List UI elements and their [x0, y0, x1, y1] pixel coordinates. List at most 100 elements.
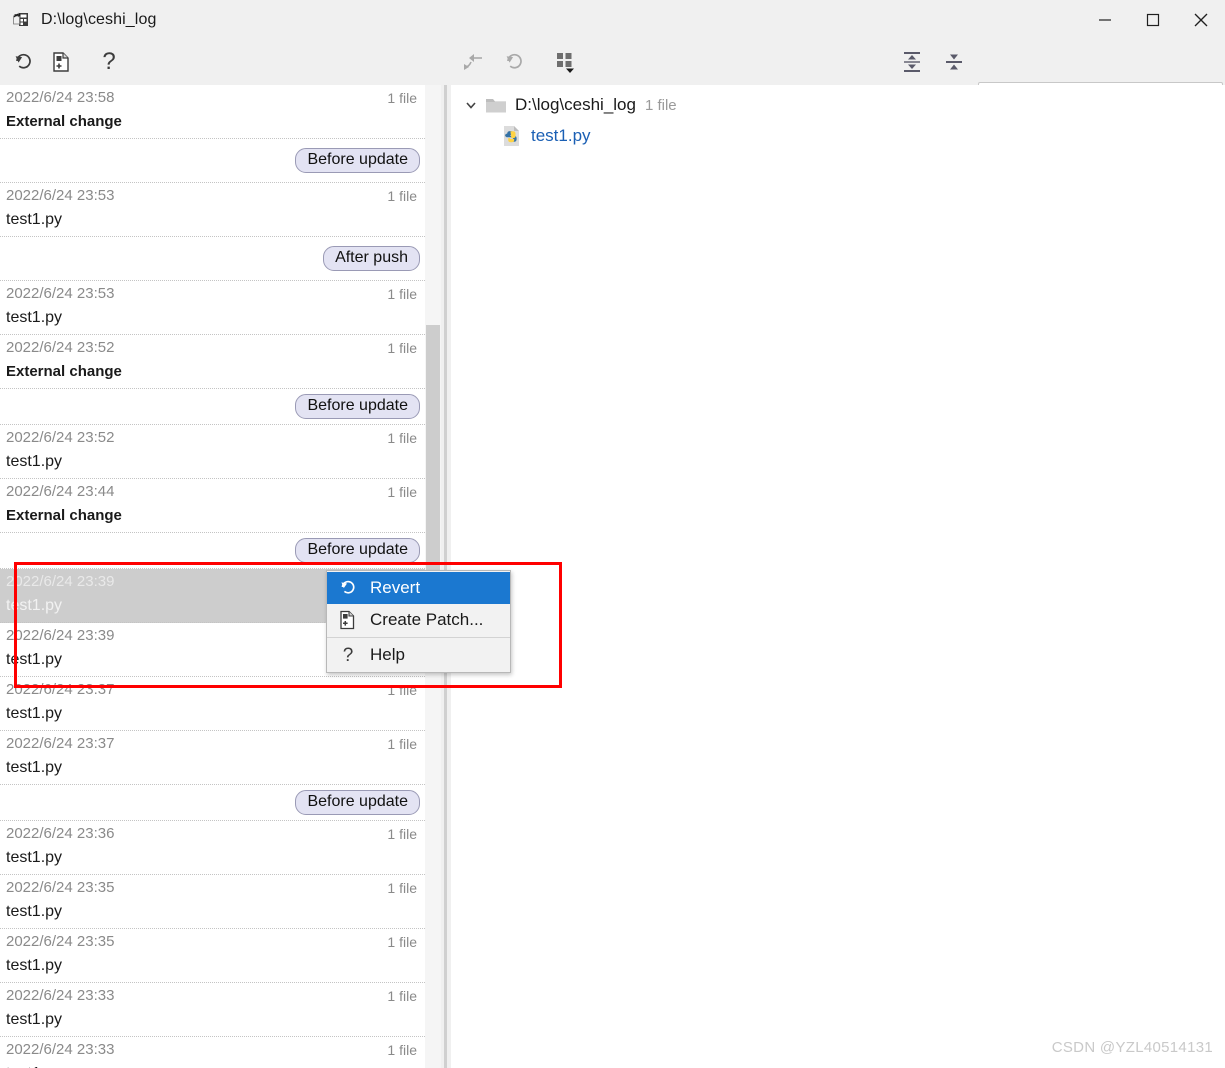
history-entry-message: test1.py: [6, 453, 63, 470]
jump-to-source-button[interactable]: [458, 47, 490, 77]
history-entry-row[interactable]: 2022/6/24 23:36 1 file test1.py: [0, 821, 425, 875]
history-entry-message: test1.py: [6, 211, 63, 228]
help-icon: ?: [342, 644, 354, 666]
history-entry-timestamp: 2022/6/24 23:39: [6, 627, 115, 644]
history-entry-message: External change: [6, 113, 122, 130]
context-menu-item-label: Help: [370, 645, 405, 664]
context-menu-item-revert[interactable]: Revert: [327, 572, 510, 604]
tree-child-row[interactable]: test1.py: [501, 121, 591, 151]
context-menu[interactable]: Revert Create Patch...? Help: [326, 570, 511, 673]
history-entry-row[interactable]: 2022/6/24 23:37 1 file test1.py: [0, 731, 425, 785]
watermark: CSDN @YZL40514131: [1051, 1039, 1213, 1056]
history-tag-row[interactable]: After push: [0, 237, 425, 281]
tag-container: Before update: [0, 389, 425, 424]
history-entry-message: test1.py: [0, 1062, 425, 1068]
history-entry-header: 2022/6/24 23:33 1 file: [0, 983, 425, 1008]
history-entry-timestamp: 2022/6/24 23:52: [6, 339, 115, 356]
history-entry-timestamp: 2022/6/24 23:39: [6, 573, 115, 590]
history-label-tag[interactable]: After push: [323, 246, 420, 271]
history-entry-row[interactable]: 2022/6/24 23:33 1 file test1.py: [0, 983, 425, 1037]
history-entry-message: test1.py: [6, 309, 63, 326]
history-entry-file-count: 1 file: [387, 187, 417, 204]
history-entry-row[interactable]: 2022/6/24 23:53 1 file test1.py: [0, 183, 425, 237]
group-by-button[interactable]: [550, 47, 582, 77]
history-entry-header: 2022/6/24 23:35 1 file: [0, 929, 425, 954]
history-entry-row[interactable]: 2022/6/24 23:52 1 file External change: [0, 335, 425, 389]
tree-root-row[interactable]: D:\log\ceshi_log 1 file: [461, 90, 677, 120]
collapse-all-button[interactable]: [938, 47, 970, 77]
history-tag-row[interactable]: Before update: [0, 533, 425, 569]
history-entry-timestamp: 2022/6/24 23:35: [6, 933, 115, 950]
history-entry-file-count: 1 file: [387, 735, 417, 752]
history-entry-message: External change: [6, 507, 122, 524]
minimize-button[interactable]: [1081, 0, 1129, 39]
history-entry-file-count: 1 file: [387, 429, 417, 446]
close-button[interactable]: [1177, 0, 1225, 39]
history-entry-message: test1.py: [6, 903, 63, 920]
history-tag-row[interactable]: Before update: [0, 139, 425, 183]
tree-root-label: D:\log\ceshi_log: [515, 95, 636, 114]
python-file-icon: [501, 125, 523, 147]
create-patch-button[interactable]: [46, 47, 76, 77]
history-entry-file-count: 1 file: [387, 285, 417, 302]
history-entry-timestamp: 2022/6/24 23:52: [6, 429, 115, 446]
window-title: D:\log\ceshi_log: [41, 10, 157, 28]
revert-right-button[interactable]: [498, 47, 530, 77]
history-entry-message: test1.py: [6, 957, 63, 974]
history-entry-file-count: 1 file: [387, 879, 417, 896]
history-entry-header: 2022/6/24 23:53 1 file: [0, 183, 425, 208]
toolbar: ?: [0, 39, 1225, 118]
history-entry-row[interactable]: 2022/6/24 23:52 1 file test1.py: [0, 425, 425, 479]
context-menu-separator: [327, 637, 510, 638]
history-entry-header: 2022/6/24 23:33 1 file: [0, 1037, 425, 1062]
local-history-icon: [13, 12, 29, 28]
history-scrollbar-thumb[interactable]: [426, 325, 440, 575]
history-entry-timestamp: 2022/6/24 23:37: [6, 735, 115, 752]
history-entry-file-count: 1 file: [387, 89, 417, 106]
history-entry-row[interactable]: 2022/6/24 23:53 1 file test1.py: [0, 281, 425, 335]
history-entry-header: 2022/6/24 23:52 1 file: [0, 425, 425, 450]
history-entry-row[interactable]: 2022/6/24 23:37 1 file test1.py: [0, 677, 425, 731]
history-tag-row[interactable]: Before update: [0, 785, 425, 821]
context-menu-item-create-patch[interactable]: Create Patch...: [327, 604, 510, 636]
history-entry-row[interactable]: 2022/6/24 23:44 1 file External change: [0, 479, 425, 533]
history-entry-header: 2022/6/24 23:52 1 file: [0, 335, 425, 360]
history-label-tag[interactable]: Before update: [295, 394, 420, 419]
create-patch-icon: [335, 610, 361, 630]
history-entry-row[interactable]: 2022/6/24 23:35 1 file test1.py: [0, 875, 425, 929]
expand-all-button[interactable]: [896, 47, 928, 77]
history-entry-row[interactable]: 2022/6/24 23:35 1 file test1.py: [0, 929, 425, 983]
history-entry-file-count: 1 file: [387, 1041, 417, 1058]
tag-container: Before update: [0, 785, 425, 820]
chevron-down-icon[interactable]: [461, 95, 481, 115]
help-button[interactable]: ?: [94, 47, 124, 77]
history-entry-timestamp: 2022/6/24 23:33: [6, 987, 115, 1004]
history-entry-header: 2022/6/24 23:44 1 file: [0, 479, 425, 504]
history-entry-file-count: 1 file: [387, 825, 417, 842]
maximize-button[interactable]: [1129, 0, 1177, 39]
history-entry-row[interactable]: 2022/6/24 23:33 1 file test1.py: [0, 1037, 425, 1068]
tag-container: After push: [0, 237, 425, 280]
file-tree-panel[interactable]: D:\log\ceshi_log 1 file test1.py: [451, 85, 1225, 1068]
tree-child-label[interactable]: test1.py: [531, 126, 591, 146]
history-entry-header: 2022/6/24 23:37 1 file: [0, 731, 425, 756]
folder-icon: [485, 96, 507, 114]
history-entry-file-count: 1 file: [387, 681, 417, 698]
history-entry-row[interactable]: 2022/6/24 23:58 1 file External change: [0, 85, 425, 139]
tag-container: Before update: [0, 533, 425, 568]
revert-button[interactable]: [8, 47, 38, 77]
history-label-tag[interactable]: Before update: [295, 538, 420, 563]
history-entry-timestamp: 2022/6/24 23:58: [6, 89, 115, 106]
window-controls: [1081, 0, 1225, 39]
context-menu-item-help[interactable]: ? Help: [327, 639, 510, 671]
history-tag-row[interactable]: Before update: [0, 389, 425, 425]
tag-container: Before update: [0, 139, 425, 182]
title-bar: D:\log\ceshi_log: [0, 0, 1225, 39]
history-entry-message: test1.py: [6, 1011, 63, 1028]
tree-root-count: 1 file: [644, 96, 677, 114]
history-label-tag[interactable]: Before update: [295, 148, 420, 173]
history-entry-file-count: 1 file: [387, 483, 417, 500]
history-entry-message: test1.py: [6, 759, 63, 776]
history-entry-file-count: 1 file: [387, 339, 417, 356]
history-label-tag[interactable]: Before update: [295, 790, 420, 815]
